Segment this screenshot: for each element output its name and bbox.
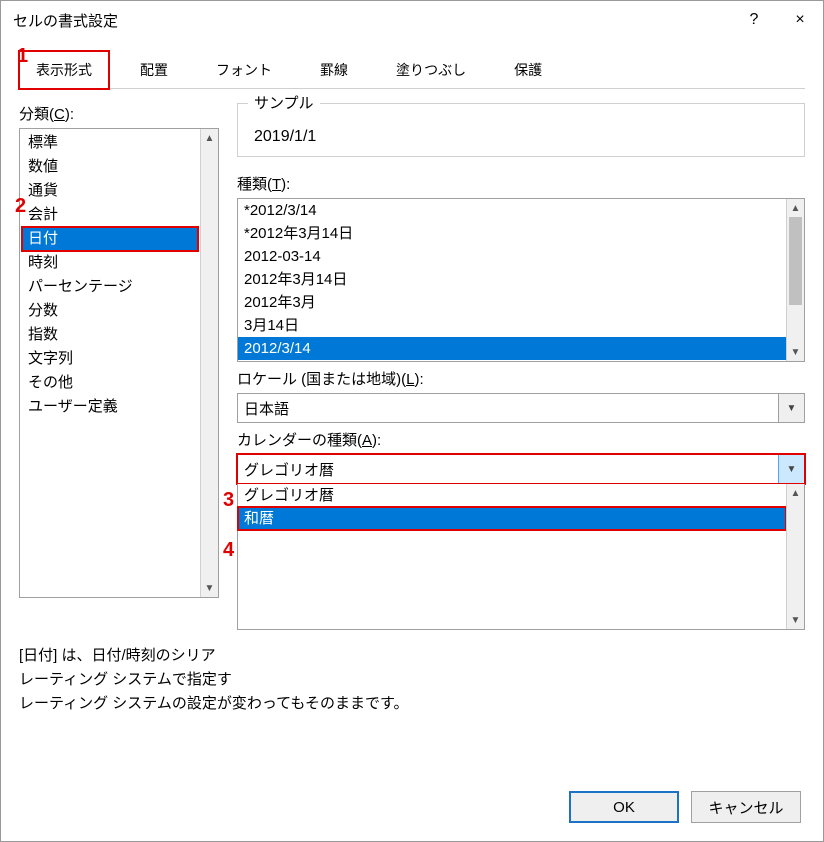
locale-label: ロケール (国または地域)(L): xyxy=(237,368,805,389)
list-item[interactable]: 2012-03-14 xyxy=(238,245,786,268)
list-item[interactable]: *2012年3月14日 xyxy=(238,222,786,245)
scroll-down-icon[interactable]: ▼ xyxy=(787,343,804,361)
list-item[interactable]: 通貨 xyxy=(22,179,198,203)
titlebar: セルの書式設定 ? × xyxy=(1,1,823,39)
sample-value: 2019/1/1 xyxy=(250,126,792,148)
calendar-type-label: カレンダーの種類(A): xyxy=(237,429,805,450)
scroll-up-icon[interactable]: ▲ xyxy=(201,129,218,147)
annotation-2: 2 xyxy=(15,195,26,218)
list-item[interactable]: 2012年3月14日 xyxy=(238,268,786,291)
tab-fill[interactable]: 塗りつぶし xyxy=(379,51,483,88)
tab-protection[interactable]: 保護 xyxy=(483,51,573,88)
list-item-selected[interactable]: 日付 xyxy=(22,227,198,251)
list-item[interactable]: パーセンテージ xyxy=(22,275,198,299)
sample-group: サンプル 2019/1/1 xyxy=(237,103,805,157)
sample-legend: サンプル xyxy=(248,92,320,113)
annotation-1: 1 xyxy=(17,45,28,68)
combo-value: グレゴリオ暦 xyxy=(244,459,778,480)
calendar-type-dropdown[interactable]: グレゴリオ暦 和暦 ▲ ▼ xyxy=(237,484,805,630)
chevron-down-icon[interactable]: ▼ xyxy=(778,394,804,422)
category-label: 分類(C): xyxy=(19,103,219,124)
category-listbox[interactable]: 標準 数値 通貨 会計 日付 時刻 パーセンテージ 分数 指数 文字列 その他 … xyxy=(19,128,219,598)
list-item[interactable]: ユーザー定義 xyxy=(22,395,198,419)
close-button[interactable]: × xyxy=(777,1,823,39)
tab-font[interactable]: フォント xyxy=(199,51,289,88)
dialog-title: セルの書式設定 xyxy=(13,10,731,31)
list-item[interactable]: 標準 xyxy=(22,131,198,155)
calendar-type-combo[interactable]: グレゴリオ暦 ▼ xyxy=(237,454,805,484)
dropdown-item-selected[interactable]: 和暦 xyxy=(238,507,786,530)
combo-value: 日本語 xyxy=(244,398,778,419)
list-item[interactable]: 会計 xyxy=(22,203,198,227)
list-item[interactable]: 3月14日 xyxy=(238,314,786,337)
help-button[interactable]: ? xyxy=(731,1,777,39)
scrollbar-vertical[interactable]: ▲ ▼ xyxy=(786,199,804,361)
list-item[interactable]: 数値 xyxy=(22,155,198,179)
scroll-down-icon[interactable]: ▼ xyxy=(201,579,218,597)
description-text: [日付] は、日付/時刻のシリア レーティング システムで指定す レーティング … xyxy=(19,644,805,716)
type-listbox[interactable]: *2012/3/14 *2012年3月14日 2012-03-14 2012年3… xyxy=(237,198,805,362)
tab-alignment[interactable]: 配置 xyxy=(109,51,199,88)
dropdown-item[interactable]: グレゴリオ暦 xyxy=(238,484,786,507)
tab-number-format[interactable]: 表示形式 xyxy=(19,51,109,89)
type-label: 種類(T): xyxy=(237,173,805,194)
annotation-3: 3 xyxy=(223,489,234,512)
scroll-up-icon[interactable]: ▲ xyxy=(787,199,804,217)
locale-combo[interactable]: 日本語 ▼ xyxy=(237,393,805,423)
annotation-4: 4 xyxy=(223,539,234,562)
list-item[interactable]: 時刻 xyxy=(22,251,198,275)
list-item[interactable]: *2012/3/14 xyxy=(238,199,786,222)
tab-bar: 表示形式 配置 フォント 罫線 塗りつぶし 保護 xyxy=(19,51,805,89)
list-item[interactable]: 分数 xyxy=(22,299,198,323)
list-item[interactable]: 2012年3月 xyxy=(238,291,786,314)
list-item-selected[interactable]: 2012/3/14 xyxy=(238,337,786,360)
scroll-down-icon[interactable]: ▼ xyxy=(787,611,804,629)
list-item[interactable]: 文字列 xyxy=(22,347,198,371)
dialog-button-row: OK キャンセル xyxy=(569,791,801,823)
cancel-button[interactable]: キャンセル xyxy=(691,791,801,823)
scrollbar-vertical[interactable]: ▲ ▼ xyxy=(786,484,804,629)
scrollbar-vertical[interactable]: ▲ ▼ xyxy=(200,129,218,597)
list-item[interactable]: その他 xyxy=(22,371,198,395)
chevron-down-icon[interactable]: ▼ xyxy=(778,455,804,483)
tab-border[interactable]: 罫線 xyxy=(289,51,379,88)
list-item[interactable]: 指数 xyxy=(22,323,198,347)
scroll-up-icon[interactable]: ▲ xyxy=(787,484,804,502)
ok-button[interactable]: OK xyxy=(569,791,679,823)
